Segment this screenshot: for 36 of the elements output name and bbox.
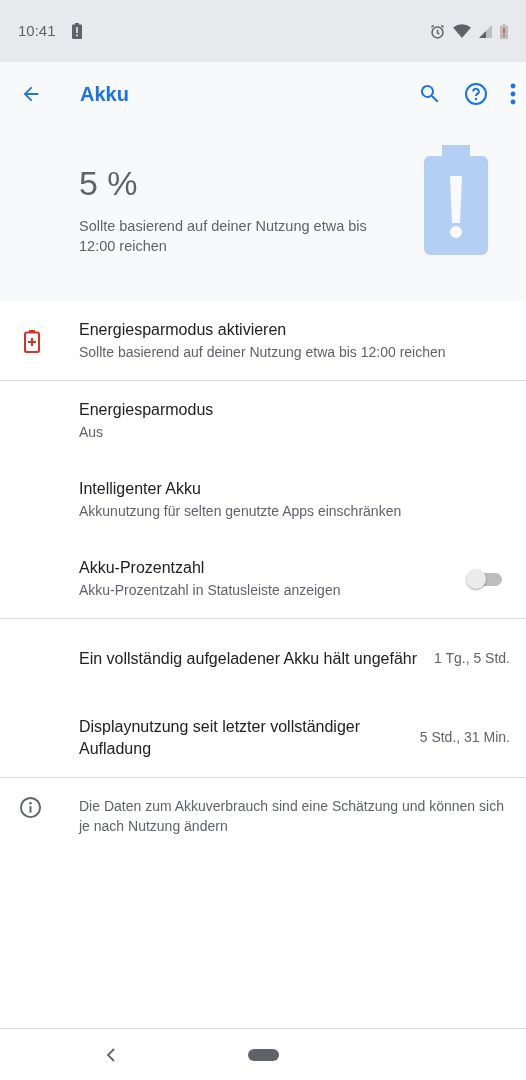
battery-percent: 5 % bbox=[79, 163, 139, 204]
item-value: 5 Std., 31 Min. bbox=[419, 728, 510, 747]
info-icon bbox=[19, 796, 42, 819]
item-title: Intelligenter Akku bbox=[79, 478, 202, 499]
list-item[interactable]: Intelligenter Akku Akkunutzung für selten genutzte Apps einschränken bbox=[0, 460, 526, 539]
info-text: Die Daten zum Akkuverbrauch sind eine Schätzung und können sich je nach Nutzung ändern bbox=[79, 797, 505, 837]
signal-icon bbox=[479, 24, 492, 38]
list-item[interactable]: Ein vollständig aufgeladener Akku hält ungefähr 1 Tg., 5 Std. bbox=[0, 619, 526, 698]
item-summary: Akku-Prozentzahl in Statusleiste anzeigen bbox=[79, 580, 342, 600]
alarm-icon bbox=[430, 23, 445, 39]
help-icon[interactable] bbox=[464, 81, 488, 106]
item-title: Displaynutzung seit letzter vollständiger Aufladung bbox=[79, 716, 362, 759]
list-item[interactable]: Energiesparmodus aktivieren Sollte basierend auf deiner Nutzung etwa bis 12:00 reichen bbox=[0, 301, 526, 380]
item-title: Akku-Prozentzahl bbox=[79, 557, 206, 578]
home-button[interactable] bbox=[248, 1048, 279, 1061]
wifi-icon bbox=[453, 24, 471, 38]
item-summary: Akkunutzung für selten genutzte Apps einschränken bbox=[79, 501, 403, 521]
item-title: Energiesparmodus bbox=[79, 399, 215, 420]
more-icon[interactable] bbox=[510, 82, 516, 105]
item-summary: Aus bbox=[79, 422, 105, 442]
battery-alert-icon bbox=[500, 23, 508, 39]
back-icon[interactable] bbox=[106, 1046, 116, 1063]
battery-alert-icon bbox=[424, 145, 488, 255]
page-title: Akku bbox=[80, 81, 129, 107]
item-summary: Sollte basierend auf deiner Nutzung etwa bis 12:00 reichen bbox=[79, 342, 447, 362]
toggle-switch[interactable] bbox=[466, 568, 502, 589]
battery-estimate: Sollte basierend auf deiner Nutzung etwa bis 12:00 reichen bbox=[79, 216, 368, 257]
list-item[interactable]: Displaynutzung seit letzter vollständiger Aufladung 5 Std., 31 Min. bbox=[0, 698, 526, 777]
battery-plus-icon bbox=[23, 328, 40, 353]
item-value: 1 Tg., 5 Std. bbox=[434, 649, 510, 668]
item-title: Ein vollständig aufgeladener Akku hält ungefähr bbox=[79, 648, 418, 669]
list-item[interactable]: Akku-Prozentzahl Akku-Prozentzahl in Statusleiste anzeigen bbox=[0, 539, 526, 618]
list-item[interactable]: Energiesparmodus Aus bbox=[0, 381, 526, 460]
battery-alert-icon bbox=[71, 23, 82, 39]
item-title: Energiesparmodus aktivieren bbox=[79, 319, 288, 340]
status-time: 10:41 bbox=[18, 20, 56, 41]
